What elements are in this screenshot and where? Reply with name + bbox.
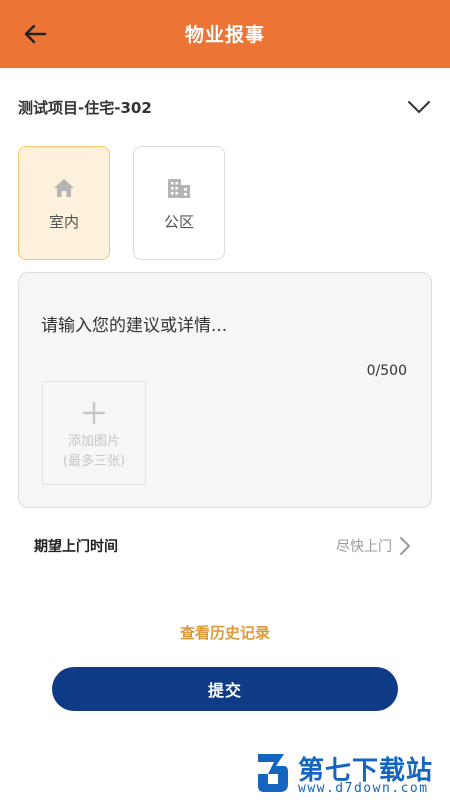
watermark-url: www.d7down.com	[298, 781, 429, 796]
category-tile-public[interactable]: 公区	[133, 146, 225, 260]
visit-time-selector[interactable]: 尽快上门	[336, 535, 414, 557]
visit-time-value: 尽快上门	[336, 539, 392, 555]
watermark: 第七下载站 www.d7down.com	[252, 748, 448, 798]
project-selector[interactable]: 测试项目-住宅-302	[18, 92, 432, 122]
visit-time-row[interactable]: 期望上门时间 尽快上门	[34, 532, 414, 560]
chevron-right-icon	[396, 535, 414, 557]
visit-time-label: 期望上门时间	[34, 539, 118, 555]
chevron-down-icon[interactable]	[406, 94, 432, 120]
building-icon	[166, 175, 192, 201]
add-photo-label: 添加图片 (最多三张)	[63, 432, 125, 472]
category-tile-indoor[interactable]: 室内	[18, 146, 110, 260]
watermark-logo-icon	[258, 754, 288, 792]
category-label-public: 公区	[163, 213, 194, 231]
app-header: 物业报事	[0, 0, 450, 68]
description-input[interactable]: 请输入您的建议或详情...	[41, 311, 401, 345]
project-name: 测试项目-住宅-302	[18, 98, 152, 117]
add-photo-label-line2: (最多三张)	[62, 454, 126, 469]
page-title: 物业报事	[184, 24, 265, 46]
category-label-indoor: 室内	[48, 213, 79, 231]
view-history-link[interactable]: 查看历史记录	[0, 622, 450, 643]
submit-button[interactable]: 提交	[52, 667, 398, 711]
plus-icon	[81, 400, 107, 426]
add-photo-button[interactable]: 添加图片 (最多三张)	[42, 381, 146, 485]
add-photo-label-line1: 添加图片	[67, 434, 120, 449]
description-box: 请输入您的建议或详情... 0/500 添加图片 (最多三张)	[18, 272, 432, 508]
home-icon	[51, 175, 77, 201]
character-counter: 0/500	[366, 363, 407, 379]
